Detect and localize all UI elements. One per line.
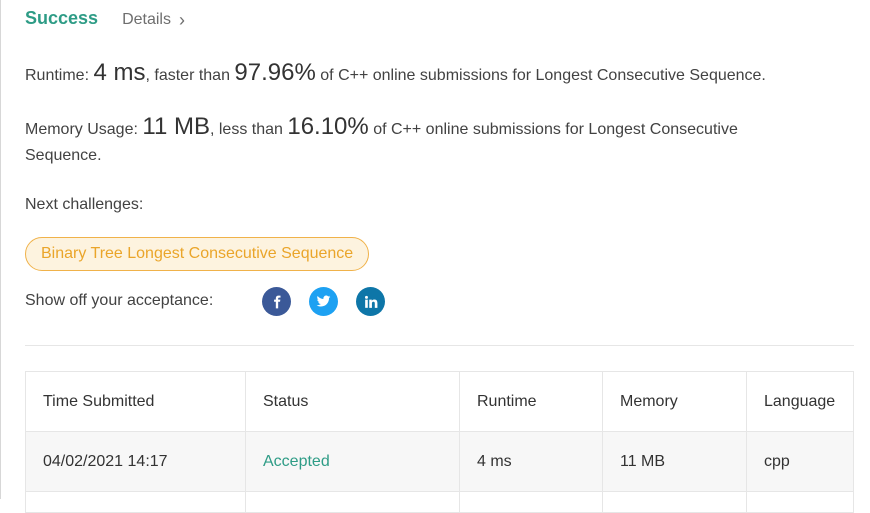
runtime-percent: 97.96%: [234, 59, 316, 86]
result-header: Success Details ›: [25, 8, 185, 29]
memory-summary: Memory Usage: 11 MB, less than 16.10% of…: [25, 114, 738, 169]
status-accepted-link[interactable]: Accepted: [263, 453, 330, 470]
table-row: 04/02/2021 14:17 Accepted 4 ms 11 MB cpp: [25, 431, 854, 492]
memory-suffix: of C++ online submissions for Longest Co…: [368, 121, 738, 138]
cell-runtime: 4 ms: [459, 431, 603, 492]
runtime-suffix: of C++ online submissions for Longest Co…: [315, 67, 766, 84]
details-link[interactable]: Details ›: [122, 11, 185, 29]
share-label: Show off your acceptance:: [25, 292, 214, 309]
cell-time: 04/02/2021 14:17: [25, 431, 246, 492]
runtime-summary: Runtime: 4 ms, faster than 97.96% of C++…: [25, 60, 766, 89]
cell-memory: 11 MB: [602, 431, 747, 492]
facebook-share-button[interactable]: [262, 287, 291, 316]
twitter-share-button[interactable]: [309, 287, 338, 316]
twitter-icon: [316, 295, 331, 307]
panel-left-border: [0, 0, 1, 499]
next-challenge-chip[interactable]: Binary Tree Longest Consecutive Sequence: [25, 237, 370, 271]
success-status: Success: [25, 8, 99, 28]
col-runtime: Runtime: [459, 371, 603, 432]
col-status: Status: [245, 371, 460, 432]
facebook-icon: [273, 295, 280, 308]
table-header-row: Time Submitted Status Runtime Memory Lan…: [25, 371, 854, 432]
col-memory: Memory: [602, 371, 747, 432]
memory-label: Memory Usage:: [25, 121, 143, 138]
next-challenges-label: Next challenges:: [25, 196, 144, 213]
cell-status: Accepted: [245, 431, 460, 492]
memory-mid: , less than: [209, 121, 288, 138]
linkedin-icon: [364, 295, 377, 308]
col-language: Language: [746, 371, 854, 432]
linkedin-share-button[interactable]: [356, 287, 385, 316]
section-divider: [25, 345, 854, 346]
details-label: Details: [122, 11, 171, 28]
submissions-table: Time Submitted Status Runtime Memory Lan…: [25, 371, 854, 513]
runtime-value: 4 ms: [93, 59, 146, 86]
memory-suffix-line2: Sequence.: [25, 147, 102, 164]
cell-language: cpp: [746, 431, 854, 492]
runtime-label: Runtime:: [25, 67, 94, 84]
memory-value: 11 MB: [142, 113, 210, 140]
chevron-right-icon: ›: [178, 10, 185, 30]
col-time-submitted: Time Submitted: [25, 371, 246, 432]
runtime-mid: , faster than: [145, 67, 235, 84]
table-row-partial: [25, 491, 854, 513]
memory-percent: 16.10%: [287, 113, 369, 140]
